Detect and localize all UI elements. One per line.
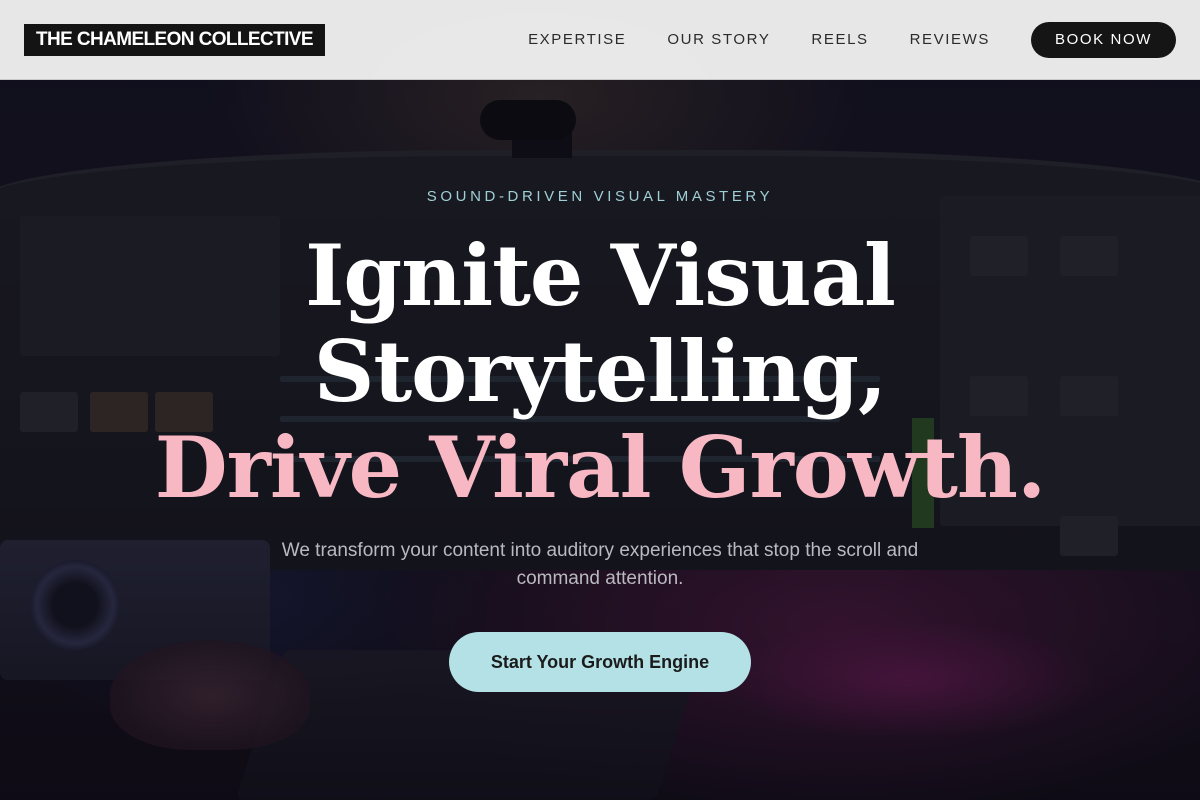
headline-line-2: Storytelling, <box>313 322 888 421</box>
start-growth-engine-button[interactable]: Start Your Growth Engine <box>449 632 751 692</box>
hero-eyebrow: SOUND-DRIVEN VISUAL MASTERY <box>426 188 774 205</box>
nav-link-reviews[interactable]: REVIEWS <box>910 31 990 48</box>
nav-link-our-story[interactable]: OUR STORY <box>667 31 770 48</box>
nav-link-expertise[interactable]: EXPERTISE <box>528 31 626 48</box>
book-now-button[interactable]: BOOK NOW <box>1031 21 1176 58</box>
headline-line-3: Drive Viral Growth. <box>154 418 1046 517</box>
hero-section: SOUND-DRIVEN VISUAL MASTERY Ignite Visua… <box>0 80 1200 800</box>
headline-line-1: Ignite Visual <box>305 226 896 325</box>
hero-subtext: We transform your content into auditory … <box>281 540 919 589</box>
nav-link-reels[interactable]: REELS <box>811 31 868 48</box>
main-nav: EXPERTISE OUR STORY REELS REVIEWS BOOK N… <box>528 21 1176 58</box>
site-header: THE CHAMELEON COLLECTIVE EXPERTISE OUR S… <box>0 0 1200 80</box>
site-logo[interactable]: THE CHAMELEON COLLECTIVE <box>24 23 325 56</box>
hero-headline: Ignite Visual Storytelling, Drive Viral … <box>0 228 1200 516</box>
